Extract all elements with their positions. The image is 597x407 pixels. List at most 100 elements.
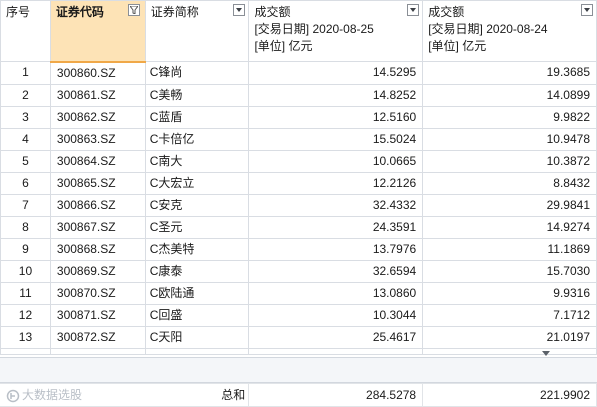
row-name[interactable]: C康泰 — [144, 259, 250, 283]
header-code[interactable]: 证券代码 — [49, 0, 146, 63]
filter-icon[interactable] — [127, 4, 140, 16]
row-name[interactable]: C杰美特 — [144, 237, 250, 261]
row-turnover-0825[interactable]: 14.5295 — [248, 61, 424, 85]
header-date: [交易日期] 2020-08-24 — [428, 22, 548, 36]
table-row[interactable]: 12 300871.SZ C回盛 10.3044 7.1712 — [0, 303, 597, 327]
row-seq[interactable]: 7 — [0, 193, 51, 217]
row-seq[interactable]: 13 — [0, 325, 51, 349]
row-seq[interactable]: 6 — [0, 171, 51, 195]
row-turnover-0825[interactable]: 14.8252 — [248, 83, 424, 107]
row-turnover-0825[interactable]: 12.2126 — [248, 171, 424, 195]
table-row[interactable]: 4 300863.SZ C卡倍亿 15.5024 10.9478 — [0, 127, 597, 151]
row-turnover-0824[interactable]: 15.7030 — [422, 259, 597, 283]
row-turnover-0824[interactable]: 14.9274 — [422, 215, 597, 239]
row-turnover-0824[interactable]: 7.1712 — [422, 303, 597, 327]
row-seq[interactable]: 3 — [0, 105, 51, 129]
chevron-down-icon[interactable] — [581, 4, 593, 16]
row-turnover-0824[interactable]: 9.9822 — [422, 105, 597, 129]
row-seq[interactable]: 1 — [0, 61, 51, 85]
row-turnover-0825[interactable]: 15.5024 — [248, 127, 424, 151]
table-row[interactable]: 13 300872.SZ C天阳 25.4617 21.0197 — [0, 325, 597, 349]
row-code[interactable]: 300860.SZ — [49, 61, 146, 85]
header-turnover-0824[interactable]: 成交额 [交易日期] 2020-08-24 [单位] 亿元 — [422, 0, 597, 62]
row-code[interactable]: 300871.SZ — [49, 303, 146, 327]
table-row[interactable]: 1 300860.SZ C锋尚 14.5295 19.3685 — [0, 61, 597, 85]
scroll-down-indicator[interactable] — [542, 351, 550, 356]
row-turnover-0824[interactable]: 8.8432 — [422, 171, 597, 195]
row-name[interactable]: C大宏立 — [144, 171, 250, 195]
row-turnover-0825[interactable]: 25.4617 — [248, 325, 424, 349]
chevron-down-icon[interactable] — [233, 4, 246, 16]
row-name[interactable]: C南大 — [144, 149, 250, 173]
header-seq[interactable]: 序号 — [0, 0, 51, 62]
row-turnover-0825[interactable]: 32.4332 — [248, 193, 424, 217]
row-code[interactable]: 300864.SZ — [49, 149, 146, 173]
row-turnover-0824[interactable]: 19.3685 — [422, 61, 597, 85]
row-turnover-0825[interactable]: 13.7976 — [248, 237, 424, 261]
header-name[interactable]: 证券简称 — [144, 0, 250, 62]
row-seq[interactable]: 4 — [0, 127, 51, 151]
summary-bar: 总和 284.5278 221.9902 — [0, 383, 597, 407]
row-code[interactable]: 300865.SZ — [49, 171, 146, 195]
row-name[interactable]: C美畅 — [144, 83, 250, 107]
table-row[interactable]: 6 300865.SZ C大宏立 12.2126 8.8432 — [0, 171, 597, 195]
table-row[interactable]: 10 300869.SZ C康泰 32.6594 15.7030 — [0, 259, 597, 283]
row-turnover-0824[interactable]: 11.1869 — [422, 237, 597, 261]
row-turnover-0824[interactable]: 10.9478 — [422, 127, 597, 151]
table-row[interactable]: 11 300870.SZ C欧陆通 13.0860 9.9316 — [0, 281, 597, 305]
row-seq[interactable]: 11 — [0, 281, 51, 305]
row-code[interactable]: 300862.SZ — [49, 105, 146, 129]
row-turnover-0824[interactable]: 29.9841 — [422, 193, 597, 217]
header-unit: [单位] 亿元 — [254, 39, 313, 53]
row-turnover-0825[interactable]: 10.3044 — [248, 303, 424, 327]
row-turnover-0825[interactable]: 12.5160 — [248, 105, 424, 129]
row-name[interactable]: C回盛 — [144, 303, 250, 327]
table-row[interactable]: 9 300868.SZ C杰美特 13.7976 11.1869 — [0, 237, 597, 261]
row-name[interactable]: C天阳 — [144, 325, 250, 349]
row-seq[interactable]: 5 — [0, 149, 51, 173]
table-row[interactable]: 7 300866.SZ C安克 32.4332 29.9841 — [0, 193, 597, 217]
table-row[interactable]: 2 300861.SZ C美畅 14.8252 14.0899 — [0, 83, 597, 107]
row-code[interactable]: 300866.SZ — [49, 193, 146, 217]
stock-table: 序号 证券代码 证券简称 成交额 [交易日期] 2020-08-25 [单位] … — [0, 0, 597, 355]
row-code[interactable]: 300870.SZ — [49, 281, 146, 305]
row-code[interactable]: 300872.SZ — [49, 325, 146, 349]
row-code[interactable]: 300867.SZ — [49, 215, 146, 239]
row-turnover-0825[interactable]: 24.3591 — [248, 215, 424, 239]
row-code[interactable]: 300863.SZ — [49, 127, 146, 151]
row-seq[interactable]: 8 — [0, 215, 51, 239]
row-seq[interactable]: 9 — [0, 237, 51, 261]
row-name[interactable]: C卡倍亿 — [144, 127, 250, 151]
row-turnover-0824[interactable]: 21.0197 — [422, 325, 597, 349]
row-name[interactable]: C锋尚 — [144, 61, 250, 85]
table-row[interactable]: 8 300867.SZ C圣元 24.3591 14.9274 — [0, 215, 597, 239]
header-turnover-0825[interactable]: 成交额 [交易日期] 2020-08-25 [单位] 亿元 — [248, 0, 424, 62]
row-code[interactable]: 300861.SZ — [49, 83, 146, 107]
row-turnover-0825[interactable]: 10.0665 — [248, 149, 424, 173]
horizontal-scrollbar[interactable] — [0, 357, 597, 383]
table-row[interactable]: 5 300864.SZ C南大 10.0665 10.3872 — [0, 149, 597, 173]
row-name[interactable]: C欧陆通 — [144, 281, 250, 305]
row-turnover-0824[interactable]: 9.9316 — [422, 281, 597, 305]
row-seq[interactable]: 10 — [0, 259, 51, 283]
table-row-partial — [0, 347, 597, 355]
total-turnover-0824: 221.9902 — [422, 383, 597, 407]
row-name[interactable]: C圣元 — [144, 215, 250, 239]
table-row[interactable]: 3 300862.SZ C蓝盾 12.5160 9.9822 — [0, 105, 597, 129]
logo-icon — [6, 389, 20, 403]
row-name[interactable]: C安克 — [144, 193, 250, 217]
row-seq[interactable]: 12 — [0, 303, 51, 327]
header-title: 成交额 — [428, 5, 465, 19]
row-code[interactable]: 300869.SZ — [49, 259, 146, 283]
row-turnover-0825[interactable]: 13.0860 — [248, 281, 424, 305]
row-turnover-0825[interactable]: 32.6594 — [248, 259, 424, 283]
header-date: [交易日期] 2020-08-25 — [254, 22, 374, 36]
header-unit: [单位] 亿元 — [428, 39, 487, 53]
chevron-down-icon[interactable] — [407, 4, 420, 16]
row-seq[interactable]: 2 — [0, 83, 51, 107]
row-name[interactable]: C蓝盾 — [144, 105, 250, 129]
row-cell — [49, 347, 146, 355]
row-turnover-0824[interactable]: 10.3872 — [422, 149, 597, 173]
row-turnover-0824[interactable]: 14.0899 — [422, 83, 597, 107]
row-code[interactable]: 300868.SZ — [49, 237, 146, 261]
